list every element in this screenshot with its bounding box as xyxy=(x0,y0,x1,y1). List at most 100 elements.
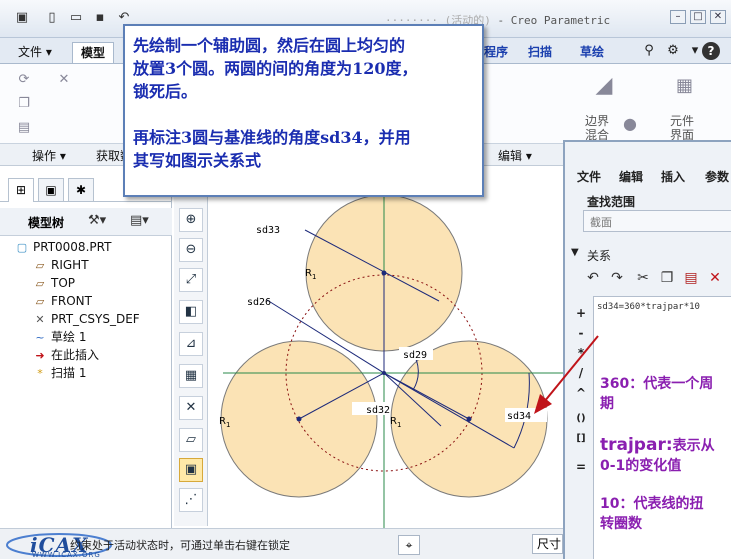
model-tree-header: 模型树 ⚒▾ ▤▾ xyxy=(0,208,172,236)
radius-sub-top: 1 xyxy=(312,273,316,281)
sketch-drawing: sd33 sd26 sd29 sd32 sd34 R 1 R 1 R 1 xyxy=(219,186,563,528)
tree-item-sweep[interactable]: * 扫描 1 xyxy=(32,364,86,382)
delete-icon[interactable]: ✕ xyxy=(705,268,725,288)
zoom-out-icon[interactable]: ⊖ xyxy=(179,238,203,262)
tab-file[interactable]: 文件 ▾ xyxy=(10,42,60,63)
origin-point[interactable] xyxy=(382,371,386,375)
tab-favorites-icon[interactable]: ✱ xyxy=(68,178,94,202)
note-trajpar-line2: 0-1的变化值 xyxy=(600,458,682,474)
operator-brackets[interactable]: [] xyxy=(573,430,589,448)
tree-item-top[interactable]: ▱ TOP xyxy=(32,274,75,292)
tree-item-part[interactable]: ▢ PRT0008.PRT xyxy=(14,238,112,256)
dim-sd32[interactable]: sd32 xyxy=(366,405,390,416)
operator-plus[interactable]: + xyxy=(573,304,589,322)
group-operations[interactable]: 操作 ▾ xyxy=(32,147,66,164)
paste-icon[interactable]: ▤ xyxy=(681,268,701,288)
group-edit[interactable]: 编辑 ▾ xyxy=(498,147,532,164)
relation-expression: sd34=360*trajpar*10 xyxy=(597,302,700,312)
callout-line-6: 其写如图示关系式 xyxy=(133,151,262,170)
vertex-display-icon[interactable]: ⋰ xyxy=(179,488,203,512)
center-right[interactable] xyxy=(466,416,472,422)
delete-icon[interactable]: ✕ xyxy=(56,72,72,88)
callout-line-5: 再标注3圆与基准线的角度sd34，并用 xyxy=(133,128,411,147)
callout-line-3: 锁死后。 xyxy=(133,82,198,101)
callout-line-4 xyxy=(133,103,476,126)
search-icon[interactable]: ⚲ xyxy=(640,42,658,60)
tree-item-csys[interactable]: ✕ PRT_CSYS_DEF xyxy=(32,310,139,328)
relations-menu: 文件 编辑 插入 参数 xyxy=(565,164,731,188)
note-10-line1: 10：代表线的扭 xyxy=(600,496,704,512)
boundary-blend-icon[interactable]: ◢ xyxy=(590,75,618,106)
menu-edit[interactable]: 编辑 xyxy=(619,168,643,185)
center-top[interactable] xyxy=(381,270,387,276)
save-icon[interactable]: ▪ xyxy=(92,10,108,26)
boundary-blend-label: 边界 混合 xyxy=(585,114,610,142)
zoom-in-icon[interactable]: ⊕ xyxy=(179,208,203,232)
tree-settings-icon[interactable]: ⚒▾ xyxy=(88,213,106,228)
binoculars-icon[interactable]: ⌖ xyxy=(398,535,420,555)
menu-file[interactable]: 文件 xyxy=(577,168,601,185)
annotation-arrow xyxy=(534,335,599,414)
regenerate-icon[interactable]: ⟳ xyxy=(16,72,32,88)
app-icon: ▣ xyxy=(15,10,29,25)
note-10-line2: 转圈数 xyxy=(600,516,642,532)
feature-interface-label: 元件 界面 xyxy=(670,114,695,142)
open-folder-icon[interactable]: ▭ xyxy=(68,10,84,26)
dim-sd29[interactable]: sd29 xyxy=(403,350,427,361)
cut-icon[interactable]: ✂ xyxy=(633,268,653,288)
datum-display-icon[interactable]: ✕ xyxy=(179,396,203,420)
undo-icon[interactable]: ↶ xyxy=(583,268,603,288)
help-icon[interactable]: ? xyxy=(702,42,720,60)
center-left[interactable] xyxy=(296,416,302,422)
sketch-tool-strip: ⊕ ⊖ ⤢ ◧ ⊿ ▦ ✕ ▱ ▣ ⋰ xyxy=(174,196,208,526)
tree-item-insert-here[interactable]: ➜ 在此插入 xyxy=(32,346,99,364)
collapse-icon[interactable]: ▼ xyxy=(571,247,579,258)
note-360-line1: 360：代表一个周 xyxy=(600,376,714,392)
menu-parameters[interactable]: 参数 xyxy=(705,168,729,185)
radius-sub-center: 1 xyxy=(397,421,401,429)
redo-icon[interactable]: ↷ xyxy=(607,268,627,288)
new-file-icon[interactable]: ▯ xyxy=(44,10,60,26)
operator-equals[interactable]: = xyxy=(573,458,589,476)
tab-sweep[interactable]: 扫描 xyxy=(520,42,560,63)
status-bar: iCAX WWW.ICAX.ORG 约束处于活动状态时，可通过单击右键在锁定 ⌖… xyxy=(0,528,563,559)
dim-sd26[interactable]: sd26 xyxy=(247,297,271,308)
tab-model-tree-icon[interactable]: ⊞ xyxy=(8,178,34,202)
relations-section-header[interactable]: ▼ 关系 xyxy=(565,246,731,264)
model-tree-panel: ⊞ ▣ ✱ 模型树 ⚒▾ ▤▾ ▢ PRT0008.PRT ▱ RIGHT ▱ TOP… xyxy=(0,166,172,559)
scope-select[interactable]: 截面 xyxy=(583,210,731,232)
selection-filter[interactable]: 尺寸 xyxy=(532,534,563,554)
refit-icon[interactable]: ⤢ xyxy=(179,268,203,292)
scope-value: 截面 xyxy=(590,216,612,229)
instruction-callout: 先绘制一个辅助圆，然后在圆上均匀的 放置3个圆。两圆的间的角度为120度， 锁死… xyxy=(123,24,484,197)
status-message: 约束处于活动状态时，可通过单击右键在锁定 xyxy=(70,539,290,552)
shape-icon[interactable]: ● xyxy=(622,116,638,132)
tab-folder-icon[interactable]: ▣ xyxy=(38,178,64,202)
tree-item-right[interactable]: ▱ RIGHT xyxy=(32,256,89,274)
tab-model[interactable]: 模型 xyxy=(72,42,115,63)
saved-views-icon[interactable]: ▦ xyxy=(179,364,203,388)
dim-sd33[interactable]: sd33 xyxy=(256,225,280,236)
callout-line-2: 放置3个圆。两圆的间的角度为120度， xyxy=(133,59,418,78)
note-trajpar-line1: trajpar:表示从 xyxy=(600,435,715,455)
copy-icon[interactable]: ❐ xyxy=(657,268,677,288)
menu-insert[interactable]: 插入 xyxy=(661,168,685,185)
copy-icon[interactable]: ❐ xyxy=(16,96,32,112)
scope-title: 查找范围 xyxy=(587,195,636,209)
sketch-canvas[interactable]: sd33 sd26 sd29 sd32 sd34 R 1 R 1 R 1 xyxy=(209,166,563,528)
radius-sub-left: 1 xyxy=(226,421,230,429)
component-interface-icon[interactable]: ▦ xyxy=(676,77,693,95)
view-cube-icon[interactable]: ◧ xyxy=(179,300,203,324)
minimize-button[interactable]: – xyxy=(670,10,686,24)
tree-item-sketch[interactable]: ~ 草绘 1 xyxy=(32,328,86,346)
maximize-button[interactable]: □ xyxy=(690,10,706,24)
tab-sketch[interactable]: 草绘 xyxy=(572,42,612,63)
tree-item-front[interactable]: ▱ FRONT xyxy=(32,292,92,310)
constraint-display-icon[interactable]: ▣ xyxy=(179,458,203,482)
close-button[interactable]: ✕ xyxy=(710,10,726,24)
paste-icon[interactable]: ▤ xyxy=(16,120,32,136)
settings-icon[interactable]: ⚙ xyxy=(664,42,682,60)
tree-columns-icon[interactable]: ▤▾ xyxy=(130,213,149,228)
sketch-view-icon[interactable]: ⊿ xyxy=(179,332,203,356)
plane-display-icon[interactable]: ▱ xyxy=(179,428,203,452)
